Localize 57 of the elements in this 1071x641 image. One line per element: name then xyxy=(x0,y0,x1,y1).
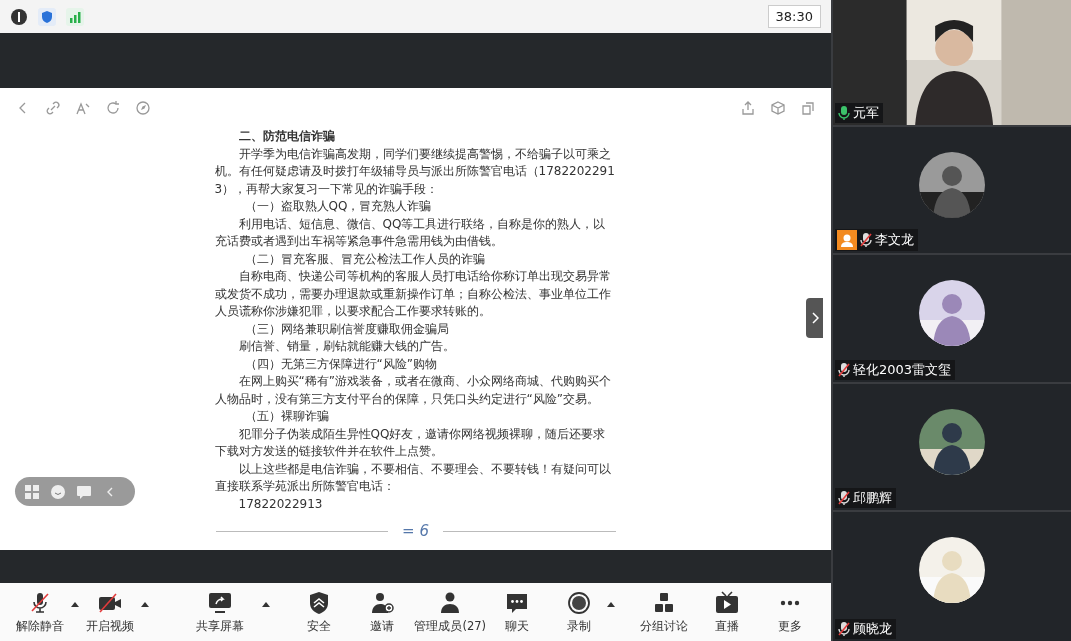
options-caret[interactable] xyxy=(139,601,151,607)
paragraph: 自称电商、快递公司等机构的客服人员打电话给你称订单出现交易异常或发货不成功，需要办理退款或重新操作订单；自称公检法、事业单位工作人员谎称你涉嫌犯罪，以要求配合工作要求转账的。 xyxy=(214,268,612,320)
grid-icon xyxy=(23,482,41,501)
toolbar-button[interactable]: 管理成员(27) xyxy=(413,590,488,634)
participant-name: 邱鹏辉 xyxy=(853,489,892,508)
section-heading: 二、防范电信诈骗 xyxy=(237,128,336,145)
options-caret[interactable] xyxy=(605,601,616,607)
subheading: （二）冒充客服、冒充公检法工作人员的诈骗 xyxy=(243,250,486,268)
paragraph: 17822022913 xyxy=(237,495,324,513)
paragraph: 刷信誉、销量，刷钻就能赚大钱的广告。 xyxy=(237,338,456,355)
smile-icon xyxy=(49,482,67,501)
caret-icon xyxy=(141,601,150,607)
link-icon xyxy=(44,99,62,117)
chevron-right-icon xyxy=(810,312,819,324)
subheading: （四）无第三方保障进行“风险”购物 xyxy=(243,355,438,373)
paragraph: 以上这些都是电信诈骗，不要相信、不要理会、不要转钱！有疑问可以直接联系学苑派出所陈警官电话： xyxy=(214,460,612,495)
toolbar-button[interactable]: 分组讨论 xyxy=(629,590,699,634)
participant-name: 顾晓龙 xyxy=(853,620,892,638)
toolbar-button[interactable]: 录制 xyxy=(552,590,606,634)
more-icon xyxy=(778,599,801,606)
subheading: （三）网络兼职刷信誉度赚取佣金骗局 xyxy=(243,320,450,338)
caret-icon xyxy=(70,601,79,607)
toolbar-button[interactable]: 直播 xyxy=(698,590,757,634)
paragraph: 在网上购买“稀有”游戏装备，或者在微商、小众网络商城、代购购买个人物品时，没有第三方支付平台的保障，只凭口头约定进行“风险”交易。 xyxy=(214,373,612,408)
side-panel-handle[interactable] xyxy=(806,298,823,338)
caret-icon xyxy=(261,601,270,607)
signal-icon xyxy=(66,7,84,26)
window-icon xyxy=(799,99,817,117)
toolbar-button[interactable]: 解除静音 xyxy=(10,590,70,634)
subheading: （五）裸聊诈骗 xyxy=(243,408,330,425)
page-number: = 6 xyxy=(402,522,429,540)
participant-name: 轻化2003雷文玺 xyxy=(853,360,952,379)
cube-icon xyxy=(769,99,787,117)
tv-play-icon xyxy=(714,590,741,615)
meeting-timer: 38:30 xyxy=(767,5,821,28)
participant-name: 元军 xyxy=(853,104,879,122)
paragraph: 开学季为电信诈骗高发期，同学们要继续提高警惕，不给骗子以可乘之机。有任何疑虑请及时拨打年级辅导员与派出所陈警官电话（17822022913），再帮大家复习一下常见的诈骗手段： xyxy=(214,145,616,198)
paragraph: 利用电话、短信息、微信、QQ等工具进行联络，自称是你的熟人，以充话费或者遇到出车祸等紧急事件急需用钱为由借钱。 xyxy=(214,215,607,250)
info-icon xyxy=(10,7,28,26)
toolbar-button[interactable]: 邀请 xyxy=(350,590,414,634)
share-screen-icon xyxy=(207,590,234,615)
toolbar-button[interactable]: 共享屏幕 xyxy=(180,590,261,634)
toolbar-button[interactable]: 安全 xyxy=(286,590,351,634)
shield-icon xyxy=(38,7,56,26)
paragraph: 犯罪分子伪装成陌生异性QQ好友，邀请你网络视频裸聊，随后还要求下载对方发送的链接软件并在软件上点赞。 xyxy=(214,425,607,460)
participant-name: 李文龙 xyxy=(875,231,914,250)
options-caret[interactable] xyxy=(69,601,81,607)
toolbar-button[interactable]: 开启视频 xyxy=(80,590,140,634)
refresh-icon xyxy=(104,99,122,117)
caret-icon xyxy=(606,601,615,607)
share-icon xyxy=(739,99,757,117)
subheading: （一）盗取熟人QQ，冒充熟人诈骗 xyxy=(243,198,433,215)
record-icon xyxy=(565,590,592,615)
toolbar-button[interactable]: 更多 xyxy=(756,590,824,634)
compass-icon xyxy=(134,99,152,117)
toolbar-button[interactable]: 聊天 xyxy=(487,590,547,634)
options-caret[interactable] xyxy=(260,601,271,607)
